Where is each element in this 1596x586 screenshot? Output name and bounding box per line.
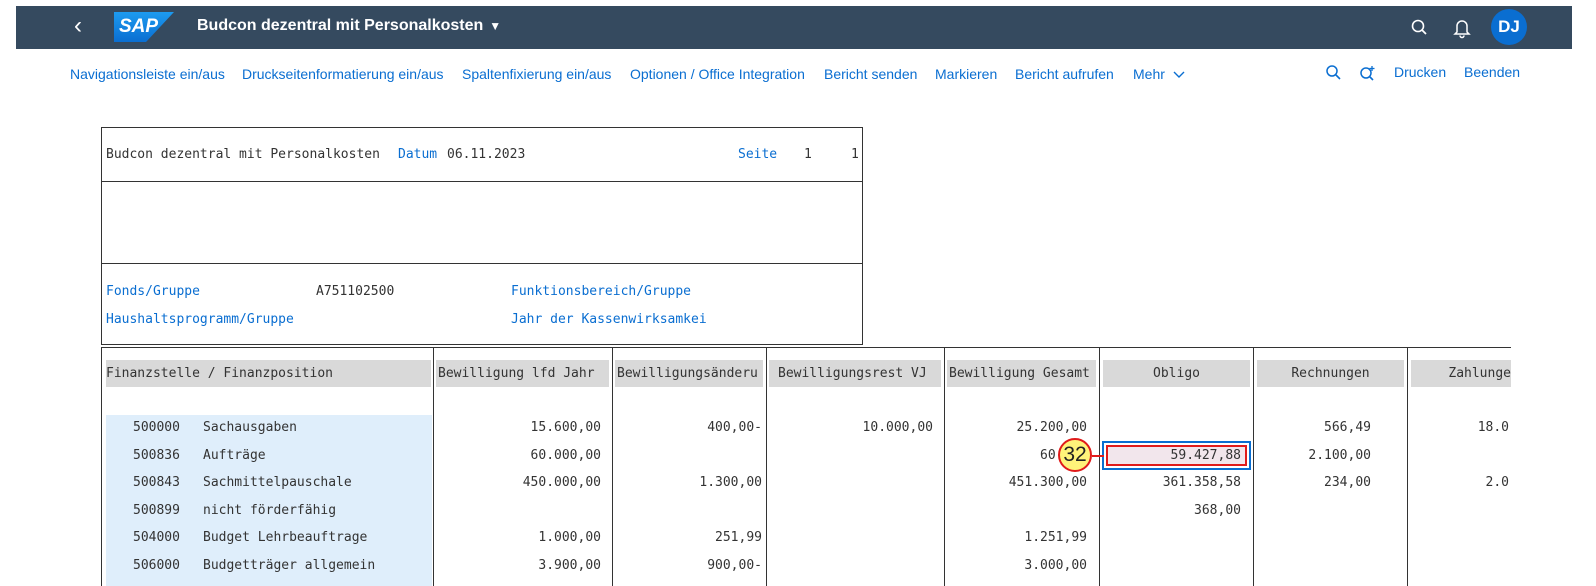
table-row[interactable]: 500843 Sachmittelpauschale 450.000,00 1.300… <box>101 470 1511 497</box>
divider <box>102 263 862 264</box>
report-header-box: Budcon dezentral mit Personalkosten Datu… <box>101 127 863 345</box>
date-label: Datum <box>398 147 438 162</box>
zoom-in-icon[interactable] <box>1358 63 1378 83</box>
cell-bew-aend[interactable]: 900,00- <box>615 558 762 573</box>
cell-name[interactable]: Budgetträger allgemein <box>203 558 428 573</box>
column-header-obligo[interactable]: Obligo <box>1103 360 1250 387</box>
cell-bew-lfd[interactable]: 1.000,00 <box>436 530 601 545</box>
column-header-bewilligung-lfd[interactable]: Bewilligung lfd Jahr <box>436 360 609 387</box>
cell-name[interactable]: nicht förderfähig <box>203 503 428 518</box>
column-header-bewilligungsrest[interactable]: Bewilligungsrest VJ <box>769 360 941 387</box>
cell-name[interactable]: Sachmittelpauschale <box>203 475 428 490</box>
column-header-finanzstelle[interactable]: Finanzstelle / Finanzposition <box>106 360 431 387</box>
toolbar-nav-toggle[interactable]: Navigationsleiste ein/aus <box>70 66 225 82</box>
fund-label: Fonds/Gruppe <box>106 284 200 299</box>
table-row[interactable]: 500899 nicht förderfähig 368,00 <box>101 498 1511 525</box>
exit-button[interactable]: Beenden <box>1464 64 1520 80</box>
table-row[interactable]: 500836Aufträge60.000,0060.00059.427,882.… <box>101 443 1511 470</box>
shell-bar: ‹ SAP Budcon dezentral mit Personalkoste… <box>16 6 1572 49</box>
cell-bew-ges[interactable]: 25.200,00 <box>947 420 1087 435</box>
table-row[interactable]: 500000 Sachausgaben 15.600,00 400,00- 10.000… <box>101 415 1511 442</box>
print-button[interactable]: Drucken <box>1394 64 1446 80</box>
page-current: 1 <box>804 147 812 162</box>
callout-connector <box>1092 455 1104 457</box>
fund-value: A751102500 <box>316 284 395 299</box>
toolbar-call-report[interactable]: Bericht aufrufen <box>1015 66 1114 82</box>
cell-bew-rest[interactable]: 10.000,00 <box>769 420 933 435</box>
cell-rechnungen[interactable]: 234,00 <box>1257 475 1371 490</box>
cell-rechnungen[interactable]: 2.100,00 <box>1257 448 1371 463</box>
toolbar-send-report[interactable]: Bericht senden <box>824 66 917 82</box>
column-header-rechnungen[interactable]: Rechnungen <box>1257 360 1404 387</box>
user-avatar[interactable]: DJ <box>1491 9 1527 45</box>
cell-zahlungen[interactable]: 18.0 <box>1411 420 1509 435</box>
cell-bew-lfd[interactable]: 15.600,00 <box>436 420 601 435</box>
cell-bew-lfd[interactable]: 450.000,00 <box>436 475 601 490</box>
column-header-bewilligung-gesamt[interactable]: Bewilligung Gesamt <box>947 360 1096 387</box>
toolbar-print-format-toggle[interactable]: Druckseitenformatierung ein/aus <box>242 66 444 82</box>
app-title[interactable]: Budcon dezentral mit Personalkosten ▼ <box>197 17 501 35</box>
bell-icon[interactable] <box>1451 17 1473 39</box>
cell-name[interactable]: Sachausgaben <box>203 420 428 435</box>
page-label: Seite <box>738 147 778 162</box>
callout-badge: 32 <box>1058 438 1092 472</box>
table-row[interactable]: 506000 Budgetträger allgemein 3.900,00 900,… <box>101 553 1511 580</box>
divider <box>102 181 862 182</box>
cell-bew-aend[interactable]: 400,00- <box>615 420 762 435</box>
column-header-bewilligungsaenderung[interactable]: Bewilligungsänderu <box>615 360 763 387</box>
app-title-text: Budcon dezentral mit Personalkosten <box>197 17 484 34</box>
cell-bew-ges[interactable]: 451.300,00 <box>947 475 1087 490</box>
date-value: 06.11.2023 <box>447 147 526 162</box>
cell-obligo[interactable]: 59.427,88 <box>1103 448 1241 463</box>
cell-obligo[interactable]: 361.358,58 <box>1103 475 1241 490</box>
report-table: Finanzstelle / Finanzposition Bewilligun… <box>101 347 1511 586</box>
search-icon[interactable] <box>1409 17 1431 39</box>
cell-rechnungen[interactable]: 566,49 <box>1257 420 1371 435</box>
cell-bew-lfd[interactable]: 3.900,00 <box>436 558 601 573</box>
cell-code[interactable]: 500836 <box>133 448 189 463</box>
cell-bew-aend[interactable]: 251,99 <box>615 530 762 545</box>
cell-name[interactable]: Budget Lehrbeauftrage <box>203 530 428 545</box>
budget-program-label: Haushaltsprogramm/Gruppe <box>106 312 294 327</box>
cell-code[interactable]: 500843 <box>133 475 189 490</box>
cell-bew-aend[interactable]: 1.300,00 <box>615 475 762 490</box>
caret-down-icon: ▼ <box>489 19 502 33</box>
cell-code[interactable]: 506000 <box>133 558 189 573</box>
cell-obligo[interactable]: 368,00 <box>1103 503 1241 518</box>
cash-year-label: Jahr der Kassenwirksamkei <box>511 312 707 327</box>
sap-logo-text: SAP <box>119 16 159 37</box>
search-icon[interactable] <box>1325 64 1343 82</box>
functional-area-label: Funktionsbereich/Gruppe <box>511 284 692 299</box>
cell-zahlungen[interactable]: 2.0 <box>1411 475 1509 490</box>
cell-name[interactable]: Aufträge <box>203 448 428 463</box>
cell-code[interactable]: 500000 <box>133 420 189 435</box>
toolbar-column-freeze-toggle[interactable]: Spaltenfixierung ein/aus <box>462 66 611 82</box>
column-header-zahlungen[interactable]: Zahlunge <box>1411 360 1511 387</box>
toolbar-more-button[interactable]: Mehr <box>1133 66 1185 82</box>
table-top-border <box>101 347 1511 348</box>
cell-code[interactable]: 500899 <box>133 503 189 518</box>
back-icon[interactable]: ‹ <box>74 14 82 38</box>
page-total: 1 <box>851 147 859 162</box>
cell-bew-ges[interactable]: 3.000,00 <box>947 558 1087 573</box>
toolbar-more-label: Mehr <box>1133 66 1165 82</box>
report-title: Budcon dezentral mit Personalkosten <box>106 147 380 162</box>
cell-bew-lfd[interactable]: 60.000,00 <box>436 448 601 463</box>
cell-bew-ges[interactable]: 1.251,99 <box>947 530 1087 545</box>
toolbar-mark[interactable]: Markieren <box>935 66 997 82</box>
chevron-down-icon <box>1173 71 1185 79</box>
cell-code[interactable]: 504000 <box>133 530 189 545</box>
table-row[interactable]: 504000 Budget Lehrbeauftrage 1.000,00 251,9… <box>101 525 1511 552</box>
toolbar-options-office[interactable]: Optionen / Office Integration <box>630 66 805 82</box>
